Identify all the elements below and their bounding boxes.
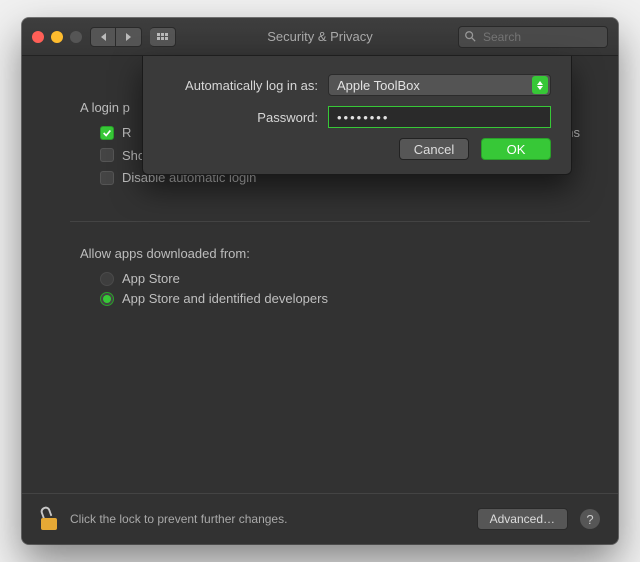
minimize-window-button[interactable] bbox=[51, 31, 63, 43]
show-all-button[interactable] bbox=[150, 27, 176, 47]
close-window-button[interactable] bbox=[32, 31, 44, 43]
lock-hint-text: Click the lock to prevent further change… bbox=[70, 512, 465, 526]
advanced-button[interactable]: Advanced… bbox=[477, 508, 568, 530]
appstore-only-row: App Store bbox=[100, 271, 580, 286]
password-label: Password: bbox=[163, 110, 328, 125]
help-button[interactable]: ? bbox=[580, 509, 600, 529]
search-icon bbox=[464, 30, 476, 42]
search-input[interactable] bbox=[458, 26, 608, 48]
password-input[interactable] bbox=[328, 106, 551, 128]
sheet-button-row: Cancel OK bbox=[163, 138, 551, 160]
auto-login-user-value: Apple ToolBox bbox=[337, 78, 420, 93]
lock-icon[interactable] bbox=[40, 508, 58, 530]
auto-login-sheet: Automatically log in as: Apple ToolBox P… bbox=[142, 56, 572, 175]
allow-apps-heading: Allow apps downloaded from: bbox=[80, 246, 580, 261]
zoom-window-button[interactable] bbox=[70, 31, 82, 43]
disable-auto-login-checkbox[interactable] bbox=[100, 171, 114, 185]
select-stepper-icon bbox=[532, 76, 548, 94]
footer: Click the lock to prevent further change… bbox=[22, 493, 618, 544]
require-password-label-left: R bbox=[122, 125, 131, 140]
window-controls bbox=[32, 31, 82, 43]
preferences-window: Security & Privacy A login p R gins Show… bbox=[22, 18, 618, 544]
auto-login-user-select[interactable]: Apple ToolBox bbox=[328, 74, 551, 96]
grid-icon bbox=[157, 33, 168, 40]
auto-login-user-row: Automatically log in as: Apple ToolBox bbox=[163, 74, 551, 96]
show-message-checkbox[interactable] bbox=[100, 148, 114, 162]
back-button[interactable] bbox=[90, 27, 116, 47]
nav-back-forward bbox=[90, 27, 142, 47]
appstore-identified-row: App Store and identified developers bbox=[100, 291, 580, 306]
require-password-checkbox[interactable] bbox=[100, 126, 114, 140]
titlebar: Security & Privacy bbox=[22, 18, 618, 56]
section-divider bbox=[70, 221, 590, 222]
appstore-only-radio[interactable] bbox=[100, 272, 114, 286]
chevron-left-icon bbox=[101, 33, 106, 41]
appstore-identified-label: App Store and identified developers bbox=[122, 291, 328, 306]
auto-login-label: Automatically log in as: bbox=[163, 78, 328, 93]
auto-login-password-row: Password: bbox=[163, 106, 551, 128]
cancel-button[interactable]: Cancel bbox=[399, 138, 469, 160]
chevron-right-icon bbox=[126, 33, 131, 41]
show-all-group bbox=[150, 27, 176, 47]
search-field-wrap bbox=[458, 26, 608, 48]
appstore-only-label: App Store bbox=[122, 271, 180, 286]
appstore-identified-radio[interactable] bbox=[100, 292, 114, 306]
forward-button[interactable] bbox=[116, 27, 142, 47]
ok-button[interactable]: OK bbox=[481, 138, 551, 160]
